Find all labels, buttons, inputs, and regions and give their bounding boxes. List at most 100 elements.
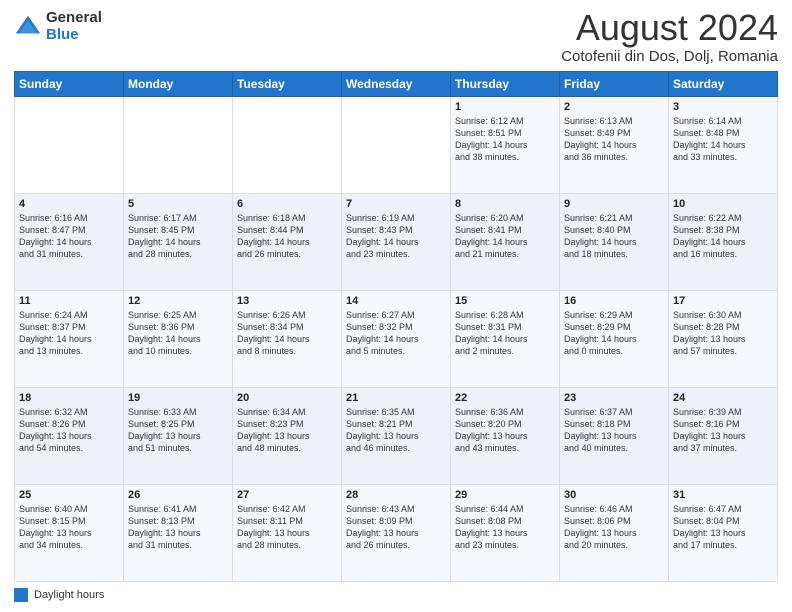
day-number: 8 xyxy=(455,198,555,210)
day-number: 15 xyxy=(455,295,555,307)
day-number: 26 xyxy=(128,489,228,501)
day-info: Sunrise: 6:25 AM Sunset: 8:36 PM Dayligh… xyxy=(128,309,228,358)
calendar-cell: 12 Sunrise: 6:25 AM Sunset: 8:36 PM Dayli… xyxy=(124,291,233,388)
day-info: Sunrise: 6:30 AM Sunset: 8:28 PM Dayligh… xyxy=(673,309,773,358)
calendar-cell: 17 Sunrise: 6:30 AM Sunset: 8:28 PM Dayli… xyxy=(669,291,778,388)
day-info: Sunrise: 6:36 AM Sunset: 8:20 PM Dayligh… xyxy=(455,406,555,455)
footer: Daylight hours xyxy=(14,588,778,602)
day-info: Sunrise: 6:12 AM Sunset: 8:51 PM Dayligh… xyxy=(455,115,555,164)
calendar-cell: 13 Sunrise: 6:26 AM Sunset: 8:34 PM Dayli… xyxy=(233,291,342,388)
calendar-cell: 4 Sunrise: 6:16 AM Sunset: 8:47 PM Daylig… xyxy=(15,194,124,291)
day-number: 5 xyxy=(128,198,228,210)
day-number: 1 xyxy=(455,101,555,113)
calendar-cell: 25Sunrise: 6:40 AM Sunset: 8:15 PM Dayli… xyxy=(15,485,124,582)
day-number: 22 xyxy=(455,392,555,404)
day-info: Sunrise: 6:19 AM Sunset: 8:43 PM Dayligh… xyxy=(346,212,446,261)
day-number: 9 xyxy=(564,198,664,210)
calendar-cell: 24Sunrise: 6:39 AM Sunset: 8:16 PM Dayli… xyxy=(669,388,778,485)
day-number: 31 xyxy=(673,489,773,501)
calendar-cell: 11 Sunrise: 6:24 AM Sunset: 8:37 PM Dayli… xyxy=(15,291,124,388)
weekday-tuesday: Tuesday xyxy=(233,72,342,97)
day-info: Sunrise: 6:20 AM Sunset: 8:41 PM Dayligh… xyxy=(455,212,555,261)
day-info: Sunrise: 6:16 AM Sunset: 8:47 PM Dayligh… xyxy=(19,212,119,261)
calendar-cell: 21 Sunrise: 6:35 AM Sunset: 8:21 PM Dayli… xyxy=(342,388,451,485)
day-info: Sunrise: 6:21 AM Sunset: 8:40 PM Dayligh… xyxy=(564,212,664,261)
day-info: Sunrise: 6:43 AM Sunset: 8:09 PM Dayligh… xyxy=(346,503,446,552)
day-number: 6 xyxy=(237,198,337,210)
calendar-cell: 10Sunrise: 6:22 AM Sunset: 8:38 PM Dayli… xyxy=(669,194,778,291)
day-info: Sunrise: 6:24 AM Sunset: 8:37 PM Dayligh… xyxy=(19,309,119,358)
weekday-header-row: SundayMondayTuesdayWednesdayThursdayFrid… xyxy=(15,72,778,97)
week-row-1: 1 Sunrise: 6:12 AM Sunset: 8:51 PM Daylig… xyxy=(15,97,778,194)
calendar-cell: 22 Sunrise: 6:36 AM Sunset: 8:20 PM Dayli… xyxy=(451,388,560,485)
week-row-3: 11 Sunrise: 6:24 AM Sunset: 8:37 PM Dayli… xyxy=(15,291,778,388)
day-info: Sunrise: 6:46 AM Sunset: 8:06 PM Dayligh… xyxy=(564,503,664,552)
day-info: Sunrise: 6:33 AM Sunset: 8:25 PM Dayligh… xyxy=(128,406,228,455)
day-info: Sunrise: 6:47 AM Sunset: 8:04 PM Dayligh… xyxy=(673,503,773,552)
week-row-4: 18Sunrise: 6:32 AM Sunset: 8:26 PM Dayli… xyxy=(15,388,778,485)
calendar-cell: 9 Sunrise: 6:21 AM Sunset: 8:40 PM Daylig… xyxy=(560,194,669,291)
calendar-cell: 14Sunrise: 6:27 AM Sunset: 8:32 PM Dayli… xyxy=(342,291,451,388)
day-number: 21 xyxy=(346,392,446,404)
location-text: Cotofenii din Dos, Dolj, Romania xyxy=(561,48,778,65)
weekday-friday: Friday xyxy=(560,72,669,97)
day-info: Sunrise: 6:27 AM Sunset: 8:32 PM Dayligh… xyxy=(346,309,446,358)
logo: General Blue xyxy=(14,10,102,43)
day-number: 23 xyxy=(564,392,664,404)
day-number: 4 xyxy=(19,198,119,210)
legend-box xyxy=(14,588,28,602)
calendar-cell: 30 Sunrise: 6:46 AM Sunset: 8:06 PM Dayli… xyxy=(560,485,669,582)
day-number: 20 xyxy=(237,392,337,404)
day-number: 7 xyxy=(346,198,446,210)
day-info: Sunrise: 6:40 AM Sunset: 8:15 PM Dayligh… xyxy=(19,503,119,552)
day-info: Sunrise: 6:35 AM Sunset: 8:21 PM Dayligh… xyxy=(346,406,446,455)
day-info: Sunrise: 6:26 AM Sunset: 8:34 PM Dayligh… xyxy=(237,309,337,358)
logo-general-text: General xyxy=(46,10,102,27)
weekday-thursday: Thursday xyxy=(451,72,560,97)
week-row-2: 4 Sunrise: 6:16 AM Sunset: 8:47 PM Daylig… xyxy=(15,194,778,291)
calendar-cell: 2 Sunrise: 6:13 AM Sunset: 8:49 PM Daylig… xyxy=(560,97,669,194)
calendar-cell xyxy=(342,97,451,194)
calendar-cell: 20 Sunrise: 6:34 AM Sunset: 8:23 PM Dayli… xyxy=(233,388,342,485)
calendar-cell: 23 Sunrise: 6:37 AM Sunset: 8:18 PM Dayli… xyxy=(560,388,669,485)
day-info: Sunrise: 6:28 AM Sunset: 8:31 PM Dayligh… xyxy=(455,309,555,358)
day-info: Sunrise: 6:17 AM Sunset: 8:45 PM Dayligh… xyxy=(128,212,228,261)
calendar-cell xyxy=(15,97,124,194)
day-number: 30 xyxy=(564,489,664,501)
day-number: 11 xyxy=(19,295,119,307)
day-info: Sunrise: 6:22 AM Sunset: 8:38 PM Dayligh… xyxy=(673,212,773,261)
calendar-cell: 6 Sunrise: 6:18 AM Sunset: 8:44 PM Daylig… xyxy=(233,194,342,291)
calendar-cell: 15 Sunrise: 6:28 AM Sunset: 8:31 PM Dayli… xyxy=(451,291,560,388)
calendar-cell: 29Sunrise: 6:44 AM Sunset: 8:08 PM Dayli… xyxy=(451,485,560,582)
calendar-cell: 1 Sunrise: 6:12 AM Sunset: 8:51 PM Daylig… xyxy=(451,97,560,194)
day-info: Sunrise: 6:18 AM Sunset: 8:44 PM Dayligh… xyxy=(237,212,337,261)
day-number: 12 xyxy=(128,295,228,307)
calendar-cell: 7 Sunrise: 6:19 AM Sunset: 8:43 PM Daylig… xyxy=(342,194,451,291)
weekday-wednesday: Wednesday xyxy=(342,72,451,97)
calendar-cell: 16Sunrise: 6:29 AM Sunset: 8:29 PM Dayli… xyxy=(560,291,669,388)
calendar-cell: 18Sunrise: 6:32 AM Sunset: 8:26 PM Dayli… xyxy=(15,388,124,485)
calendar-cell: 8 Sunrise: 6:20 AM Sunset: 8:41 PM Daylig… xyxy=(451,194,560,291)
weekday-monday: Monday xyxy=(124,72,233,97)
day-info: Sunrise: 6:14 AM Sunset: 8:48 PM Dayligh… xyxy=(673,115,773,164)
day-info: Sunrise: 6:42 AM Sunset: 8:11 PM Dayligh… xyxy=(237,503,337,552)
day-number: 17 xyxy=(673,295,773,307)
calendar-cell xyxy=(124,97,233,194)
day-number: 3 xyxy=(673,101,773,113)
day-number: 16 xyxy=(564,295,664,307)
day-number: 2 xyxy=(564,101,664,113)
logo-blue-text: Blue xyxy=(46,27,102,44)
day-info: Sunrise: 6:37 AM Sunset: 8:18 PM Dayligh… xyxy=(564,406,664,455)
logo-icon xyxy=(14,13,42,41)
day-number: 27 xyxy=(237,489,337,501)
calendar-cell: 27 Sunrise: 6:42 AM Sunset: 8:11 PM Dayli… xyxy=(233,485,342,582)
day-info: Sunrise: 6:34 AM Sunset: 8:23 PM Dayligh… xyxy=(237,406,337,455)
calendar-cell: 19Sunrise: 6:33 AM Sunset: 8:25 PM Dayli… xyxy=(124,388,233,485)
day-number: 29 xyxy=(455,489,555,501)
weekday-sunday: Sunday xyxy=(15,72,124,97)
day-number: 24 xyxy=(673,392,773,404)
day-info: Sunrise: 6:13 AM Sunset: 8:49 PM Dayligh… xyxy=(564,115,664,164)
calendar-cell: 5 Sunrise: 6:17 AM Sunset: 8:45 PM Daylig… xyxy=(124,194,233,291)
day-number: 13 xyxy=(237,295,337,307)
day-number: 28 xyxy=(346,489,446,501)
